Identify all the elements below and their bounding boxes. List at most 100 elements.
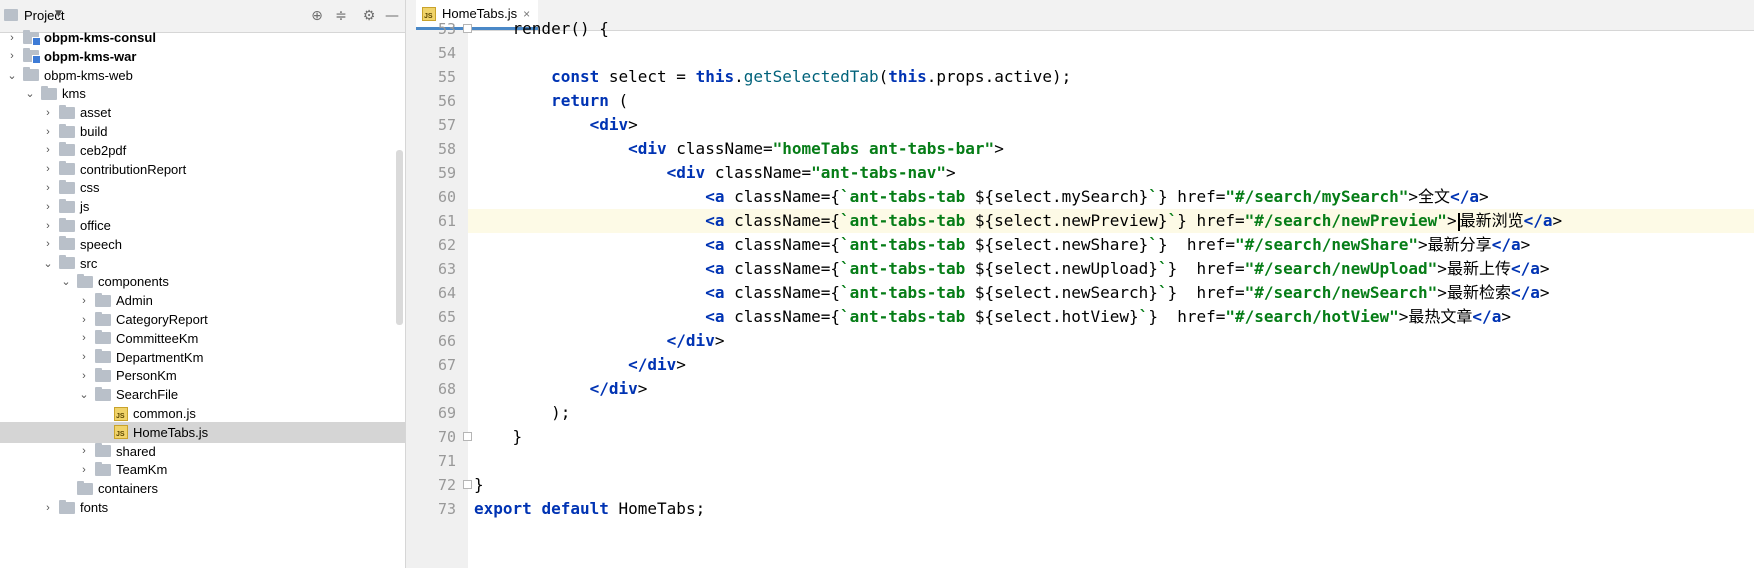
chevron-right-icon[interactable]: › — [42, 163, 54, 175]
chevron-down-icon[interactable]: ⌄ — [24, 87, 36, 100]
tree-item-label: js — [80, 199, 90, 215]
chevron-right-icon[interactable]: › — [42, 144, 54, 156]
code-line-text: const select = this.getSelectedTab(this.… — [551, 67, 1072, 86]
code-line[interactable]: 57 <div> — [406, 113, 1754, 137]
ide-window: Project ▼ ⊕ ≑ ⚙ — › obpm-kms-consul › obpm-… — [0, 0, 1754, 568]
code-line-text: <div className="ant-tabs-nav"> — [666, 163, 956, 182]
folder-icon — [95, 311, 111, 326]
code-line-text: <div className="homeTabs ant-tabs-bar"> — [628, 139, 1004, 158]
dropdown-icon[interactable]: ▼ — [55, 9, 62, 19]
folder-icon — [59, 179, 75, 194]
project-view-icon[interactable] — [4, 9, 18, 21]
tree-item-label: HomeTabs.js — [133, 424, 209, 440]
line-number: 72 — [437, 476, 456, 494]
code-line[interactable]: 59 <div className="ant-tabs-nav"> — [406, 161, 1754, 185]
code-line[interactable]: 55 const select = this.getSelectedTab(th… — [406, 65, 1754, 89]
tree-item-label: obpm-kms-web — [44, 67, 133, 83]
tree-item-label: PersonKm — [116, 368, 177, 384]
code-line[interactable]: 63 <a className={`ant-tabs-tab ${select.… — [406, 257, 1754, 281]
tree-item-label: shared — [116, 443, 156, 459]
chevron-right-icon[interactable]: › — [42, 107, 54, 119]
code-line[interactable]: 70 } — [406, 425, 1754, 449]
code-line[interactable]: 71 — [406, 449, 1754, 473]
chevron-right-icon[interactable]: › — [42, 238, 54, 250]
line-number: 61 — [437, 212, 456, 230]
tree-item-label: CategoryReport — [116, 312, 208, 327]
chevron-right-icon[interactable]: › — [6, 32, 18, 44]
code-area[interactable]: 53 render() { 54 55 const select = this.ge… — [406, 0, 1754, 568]
code-line[interactable]: 61 <a className={`ant-tabs-tab ${select.… — [406, 209, 1754, 233]
folder-icon — [95, 292, 111, 307]
code-line[interactable]: 67 </div> — [406, 353, 1754, 377]
tree-item-label: Admin — [116, 293, 153, 309]
code-line-text: </div> — [628, 355, 686, 374]
code-line[interactable]: 64 <a className={`ant-tabs-tab ${select.… — [406, 281, 1754, 305]
chevron-right-icon[interactable]: › — [78, 445, 90, 457]
line-number: 62 — [437, 236, 456, 254]
code-line[interactable]: 56 return ( — [406, 89, 1754, 113]
chevron-right-icon[interactable]: › — [42, 502, 54, 514]
line-number: 58 — [437, 140, 456, 158]
folder-icon — [59, 161, 75, 176]
code-line[interactable]: 53 render() { — [406, 17, 1754, 41]
tree-item-label: components — [98, 274, 169, 290]
chevron-right-icon[interactable]: › — [78, 332, 90, 344]
chevron-right-icon[interactable]: › — [78, 370, 90, 382]
code-line-text: ); — [474, 403, 571, 422]
code-line[interactable]: 73 export default HomeTabs; — [406, 497, 1754, 521]
tree-item-label: speech — [80, 236, 122, 252]
code-line[interactable]: 69 ); — [406, 401, 1754, 425]
target-icon[interactable]: ⊕ — [306, 5, 328, 27]
chevron-right-icon[interactable]: › — [6, 50, 18, 62]
chevron-right-icon[interactable]: › — [42, 201, 54, 213]
code-line[interactable]: 72} — [406, 473, 1754, 497]
code-line[interactable]: 60 <a className={`ant-tabs-tab ${select.… — [406, 185, 1754, 209]
tree-item[interactable]: › fonts — [0, 497, 405, 518]
chevron-right-icon[interactable]: › — [78, 464, 90, 476]
chevron-down-icon[interactable]: ⌄ — [42, 257, 54, 270]
tree-item-label: containers — [98, 481, 158, 497]
folder-icon — [95, 386, 111, 401]
chevron-down-icon[interactable]: ⌄ — [60, 275, 72, 288]
gear-icon[interactable]: ⚙ — [358, 5, 380, 27]
fold-marker-icon[interactable] — [463, 480, 472, 489]
tree-item-label: fonts — [80, 500, 109, 515]
code-line-text: <a className={`ant-tabs-tab ${select.myS… — [705, 187, 1489, 206]
code-line[interactable]: 66 </div> — [406, 329, 1754, 353]
minimize-icon[interactable]: — — [381, 5, 403, 27]
folder-icon — [59, 217, 75, 232]
code-line-text: </div> — [589, 379, 648, 398]
code-line-text: <a className={`ant-tabs-tab ${select.hot… — [705, 307, 1511, 326]
code-line[interactable]: 58 <div className="homeTabs ant-tabs-bar… — [406, 137, 1754, 161]
fold-marker-icon[interactable] — [463, 432, 472, 441]
code-line[interactable]: 54 — [406, 41, 1754, 65]
code-line-text: <a className={`ant-tabs-tab ${select.new… — [705, 211, 1563, 231]
code-line-text: return ( — [551, 91, 629, 110]
fold-marker-icon[interactable] — [463, 24, 472, 33]
chevron-right-icon[interactable]: › — [42, 182, 54, 194]
line-number: 71 — [437, 452, 456, 470]
tree-item-label: obpm-kms-consul — [44, 30, 156, 45]
tree-item-label: kms — [62, 86, 86, 102]
tree-item-label: contributionReport — [80, 161, 187, 177]
chevron-right-icon[interactable]: › — [78, 295, 90, 307]
line-number: 66 — [437, 332, 456, 350]
code-line[interactable]: 62 <a className={`ant-tabs-tab ${select.… — [406, 233, 1754, 257]
line-number: 59 — [437, 164, 456, 182]
chevron-down-icon[interactable]: ⌄ — [78, 388, 90, 401]
line-number: 56 — [437, 92, 456, 110]
line-number: 63 — [437, 260, 456, 278]
line-number: 65 — [437, 308, 456, 326]
chevron-right-icon[interactable]: › — [42, 220, 54, 232]
code-line[interactable]: 68 </div> — [406, 377, 1754, 401]
code-line[interactable]: 65 <a className={`ant-tabs-tab ${select.… — [406, 305, 1754, 329]
line-number: 54 — [437, 44, 456, 62]
project-scrollbar[interactable] — [396, 150, 403, 325]
chevron-right-icon[interactable]: › — [42, 126, 54, 138]
collapse-icon[interactable]: ≑ — [330, 5, 352, 27]
code-editor[interactable]: JS HomeTabs.js × 53 render() {54 55 const… — [406, 0, 1754, 568]
line-number: 57 — [437, 116, 456, 134]
chevron-right-icon[interactable]: › — [78, 314, 90, 326]
chevron-right-icon[interactable]: › — [78, 351, 90, 363]
chevron-down-icon[interactable]: ⌄ — [6, 69, 18, 82]
